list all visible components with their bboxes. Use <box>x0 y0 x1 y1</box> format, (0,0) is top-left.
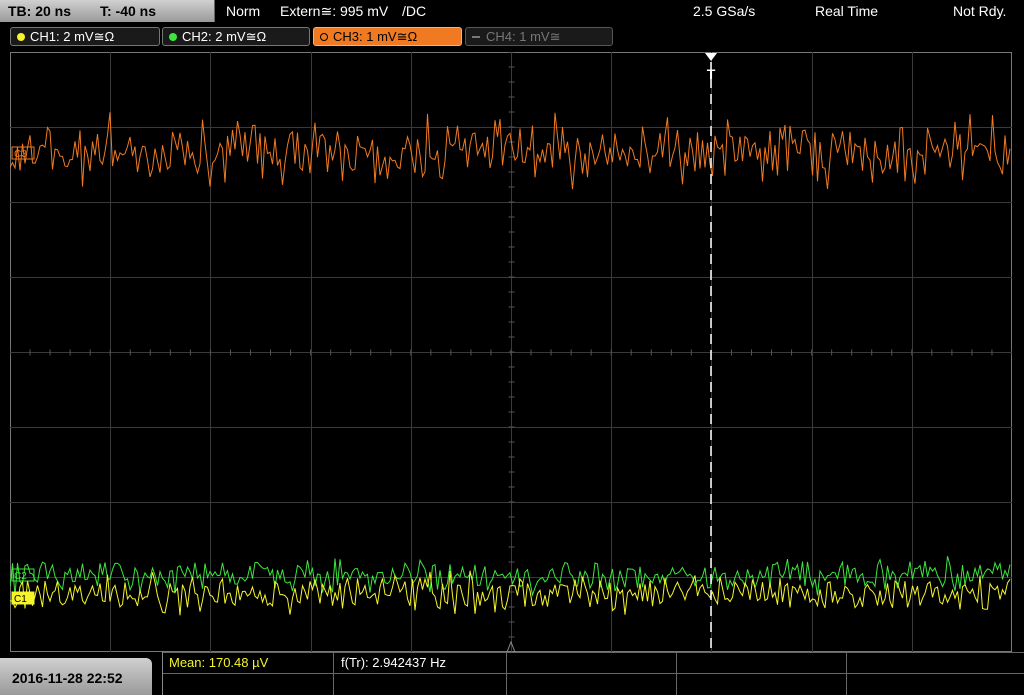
channel-2-chip[interactable]: CH2: 2 mV≅Ω <box>162 27 310 46</box>
channel-1-dot-icon <box>17 32 25 41</box>
status-label: Not Rdy. <box>953 3 1007 19</box>
datetime-box: 2016-11-28 22:52 <box>0 658 152 695</box>
channel-3-trace <box>9 112 1011 190</box>
channel-3-dot-icon <box>320 32 328 41</box>
channel-3-marker-label: C3 <box>14 149 27 160</box>
channel-2-label: CH2: 2 mV≅Ω <box>182 28 267 44</box>
channel-1-chip[interactable]: CH1: 2 mV≅Ω <box>10 27 160 46</box>
mean-measurement: Mean: 170.48 µV <box>169 655 269 670</box>
channel-1-marker-label: C1 <box>14 594 27 605</box>
trigger-mode-label[interactable]: Norm <box>226 3 260 19</box>
bottom-bar: 2016-11-28 22:52 Mean: 170.48 µV f(Tr): … <box>0 652 1024 695</box>
channel-2-marker-label: C2 <box>14 571 27 582</box>
waveform-display[interactable]: T C3 C2 C1 <box>9 51 1013 653</box>
channel-4-label: CH4: 1 mV≅ <box>486 28 561 44</box>
measurement-table[interactable]: Mean: 170.48 µV f(Tr): 2.942437 Hz <box>162 652 1024 695</box>
trigger-position-label: T: -40 ns <box>100 3 157 19</box>
channel-2-dot-icon <box>169 32 177 41</box>
sample-rate-label: 2.5 GSa/s <box>693 3 756 19</box>
trigger-arrow-icon[interactable] <box>705 53 717 61</box>
channel-1-offset-marker[interactable]: C1 <box>11 591 35 605</box>
timebase-box[interactable]: TB: 20 ns T: -40 ns <box>0 0 215 22</box>
channel-4-chip[interactable]: CH4: 1 mV≅ <box>465 27 613 46</box>
channel-3-label: CH3: 1 mV≅Ω <box>333 28 418 44</box>
channel-2-offset-marker[interactable]: C2 <box>11 568 35 582</box>
channel-3-chip[interactable]: CH3: 1 mV≅Ω <box>313 27 462 46</box>
trigger-source-label[interactable]: Extern≅: 995 mV <box>280 3 388 20</box>
channel-4-off-icon <box>472 35 480 38</box>
trigger-coupling-label: /DC <box>402 3 427 19</box>
channel-bar: CH1: 2 mV≅Ω CH2: 2 mV≅Ω CH3: 1 mV≅Ω CH4:… <box>0 24 1024 48</box>
timebase-label: TB: 20 ns <box>8 3 72 19</box>
datetime-label: 2016-11-28 22:52 <box>12 670 123 686</box>
waveform-plot: T C3 C2 C1 <box>9 51 1013 653</box>
acquisition-mode-label[interactable]: Real Time <box>815 3 878 19</box>
trigger-marker-label: T <box>707 66 716 82</box>
top-status-bar: TB: 20 ns T: -40 ns Norm Extern≅: 995 mV… <box>0 0 1024 24</box>
channel-1-label: CH1: 2 mV≅Ω <box>30 28 115 44</box>
channel-3-offset-marker[interactable]: C3 <box>11 146 35 160</box>
frequency-measurement: f(Tr): 2.942437 Hz <box>341 655 447 670</box>
